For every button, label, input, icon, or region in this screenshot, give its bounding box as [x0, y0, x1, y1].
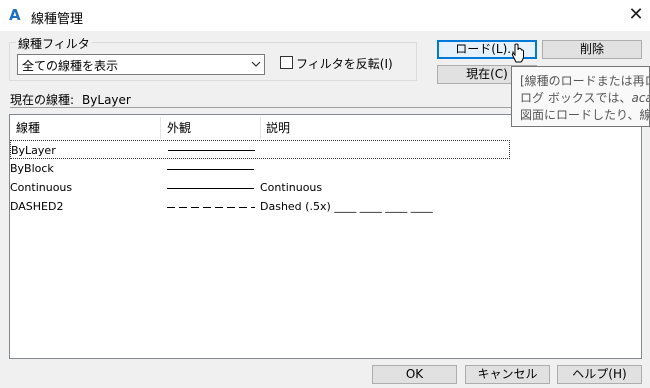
invert-filter-label[interactable]: フィルタを反転(I): [296, 55, 393, 72]
tooltip-line-3: 図面にロードしたり、線種リス: [520, 108, 649, 122]
current-linetype-value: ByLayer: [82, 93, 131, 107]
linetype-filter-value: 全ての線種を表示: [22, 59, 119, 73]
linetype-description: Continuous: [260, 181, 323, 194]
column-header-linetype[interactable]: 線種: [16, 115, 40, 141]
linetype-name: Continuous: [10, 181, 73, 194]
autocad-a-icon: A: [9, 6, 21, 24]
window-title: 線種管理: [31, 12, 84, 27]
column-header-description[interactable]: 説明: [266, 115, 290, 141]
current-linetype-label: 現在の線種:: [10, 93, 75, 107]
linetype-preview-solid: [167, 188, 254, 189]
table-row[interactable]: ByLayer: [10, 140, 510, 159]
linetype-preview-solid: [167, 169, 254, 170]
tooltip-line-2: ログ ボックスでは、acad.lin: [520, 90, 649, 107]
linetype-preview-solid: [168, 150, 255, 151]
table-row[interactable]: DASHED2 Dashed (.5x) ____ ____ ____ ____: [10, 197, 510, 216]
column-divider[interactable]: [160, 117, 161, 139]
title-bar: A 線種管理 ✕: [0, 0, 650, 31]
linetype-filter-label: 線種フィルタ: [16, 35, 92, 52]
table-row[interactable]: Continuous Continuous: [10, 178, 510, 197]
ok-button[interactable]: OK: [372, 365, 457, 384]
load-tooltip: [線種のロードまたは再ロード] ログ ボックスでは、acad.lin 図面にロー…: [511, 66, 650, 127]
delete-button[interactable]: 削除: [542, 40, 642, 59]
current-linetype: 現在の線種: ByLayer: [10, 91, 139, 108]
chevron-down-icon: [251, 61, 261, 67]
linetype-list[interactable]: 線種 外観 説明 ByLayer ByBlock Continuous Cont…: [9, 114, 642, 359]
tooltip-line-2-filename: acad.lin: [631, 91, 649, 105]
cancel-button[interactable]: キャンセル: [465, 365, 550, 384]
column-divider[interactable]: [260, 117, 261, 139]
column-header-appearance[interactable]: 外観: [167, 115, 191, 141]
tooltip-line-1: [線種のロードまたは再ロード]: [520, 74, 649, 88]
linetype-filter-select[interactable]: 全ての線種を表示: [17, 54, 265, 75]
linetype-name: ByLayer: [11, 144, 56, 157]
mouse-pointer-icon: [511, 43, 524, 63]
table-row[interactable]: ByBlock: [10, 159, 510, 178]
linetype-preview-dashed: [167, 207, 255, 208]
tooltip-line-2-prefix: ログ ボックスでは、: [520, 91, 632, 105]
close-icon[interactable]: ✕: [627, 4, 645, 26]
invert-filter-checkbox[interactable]: [280, 56, 293, 69]
linetype-name: DASHED2: [10, 200, 64, 213]
help-button[interactable]: ヘルプ(H): [557, 365, 642, 384]
linetype-description: Dashed (.5x) ____ ____ ____ ____: [260, 200, 433, 213]
linetype-name: ByBlock: [10, 162, 54, 175]
